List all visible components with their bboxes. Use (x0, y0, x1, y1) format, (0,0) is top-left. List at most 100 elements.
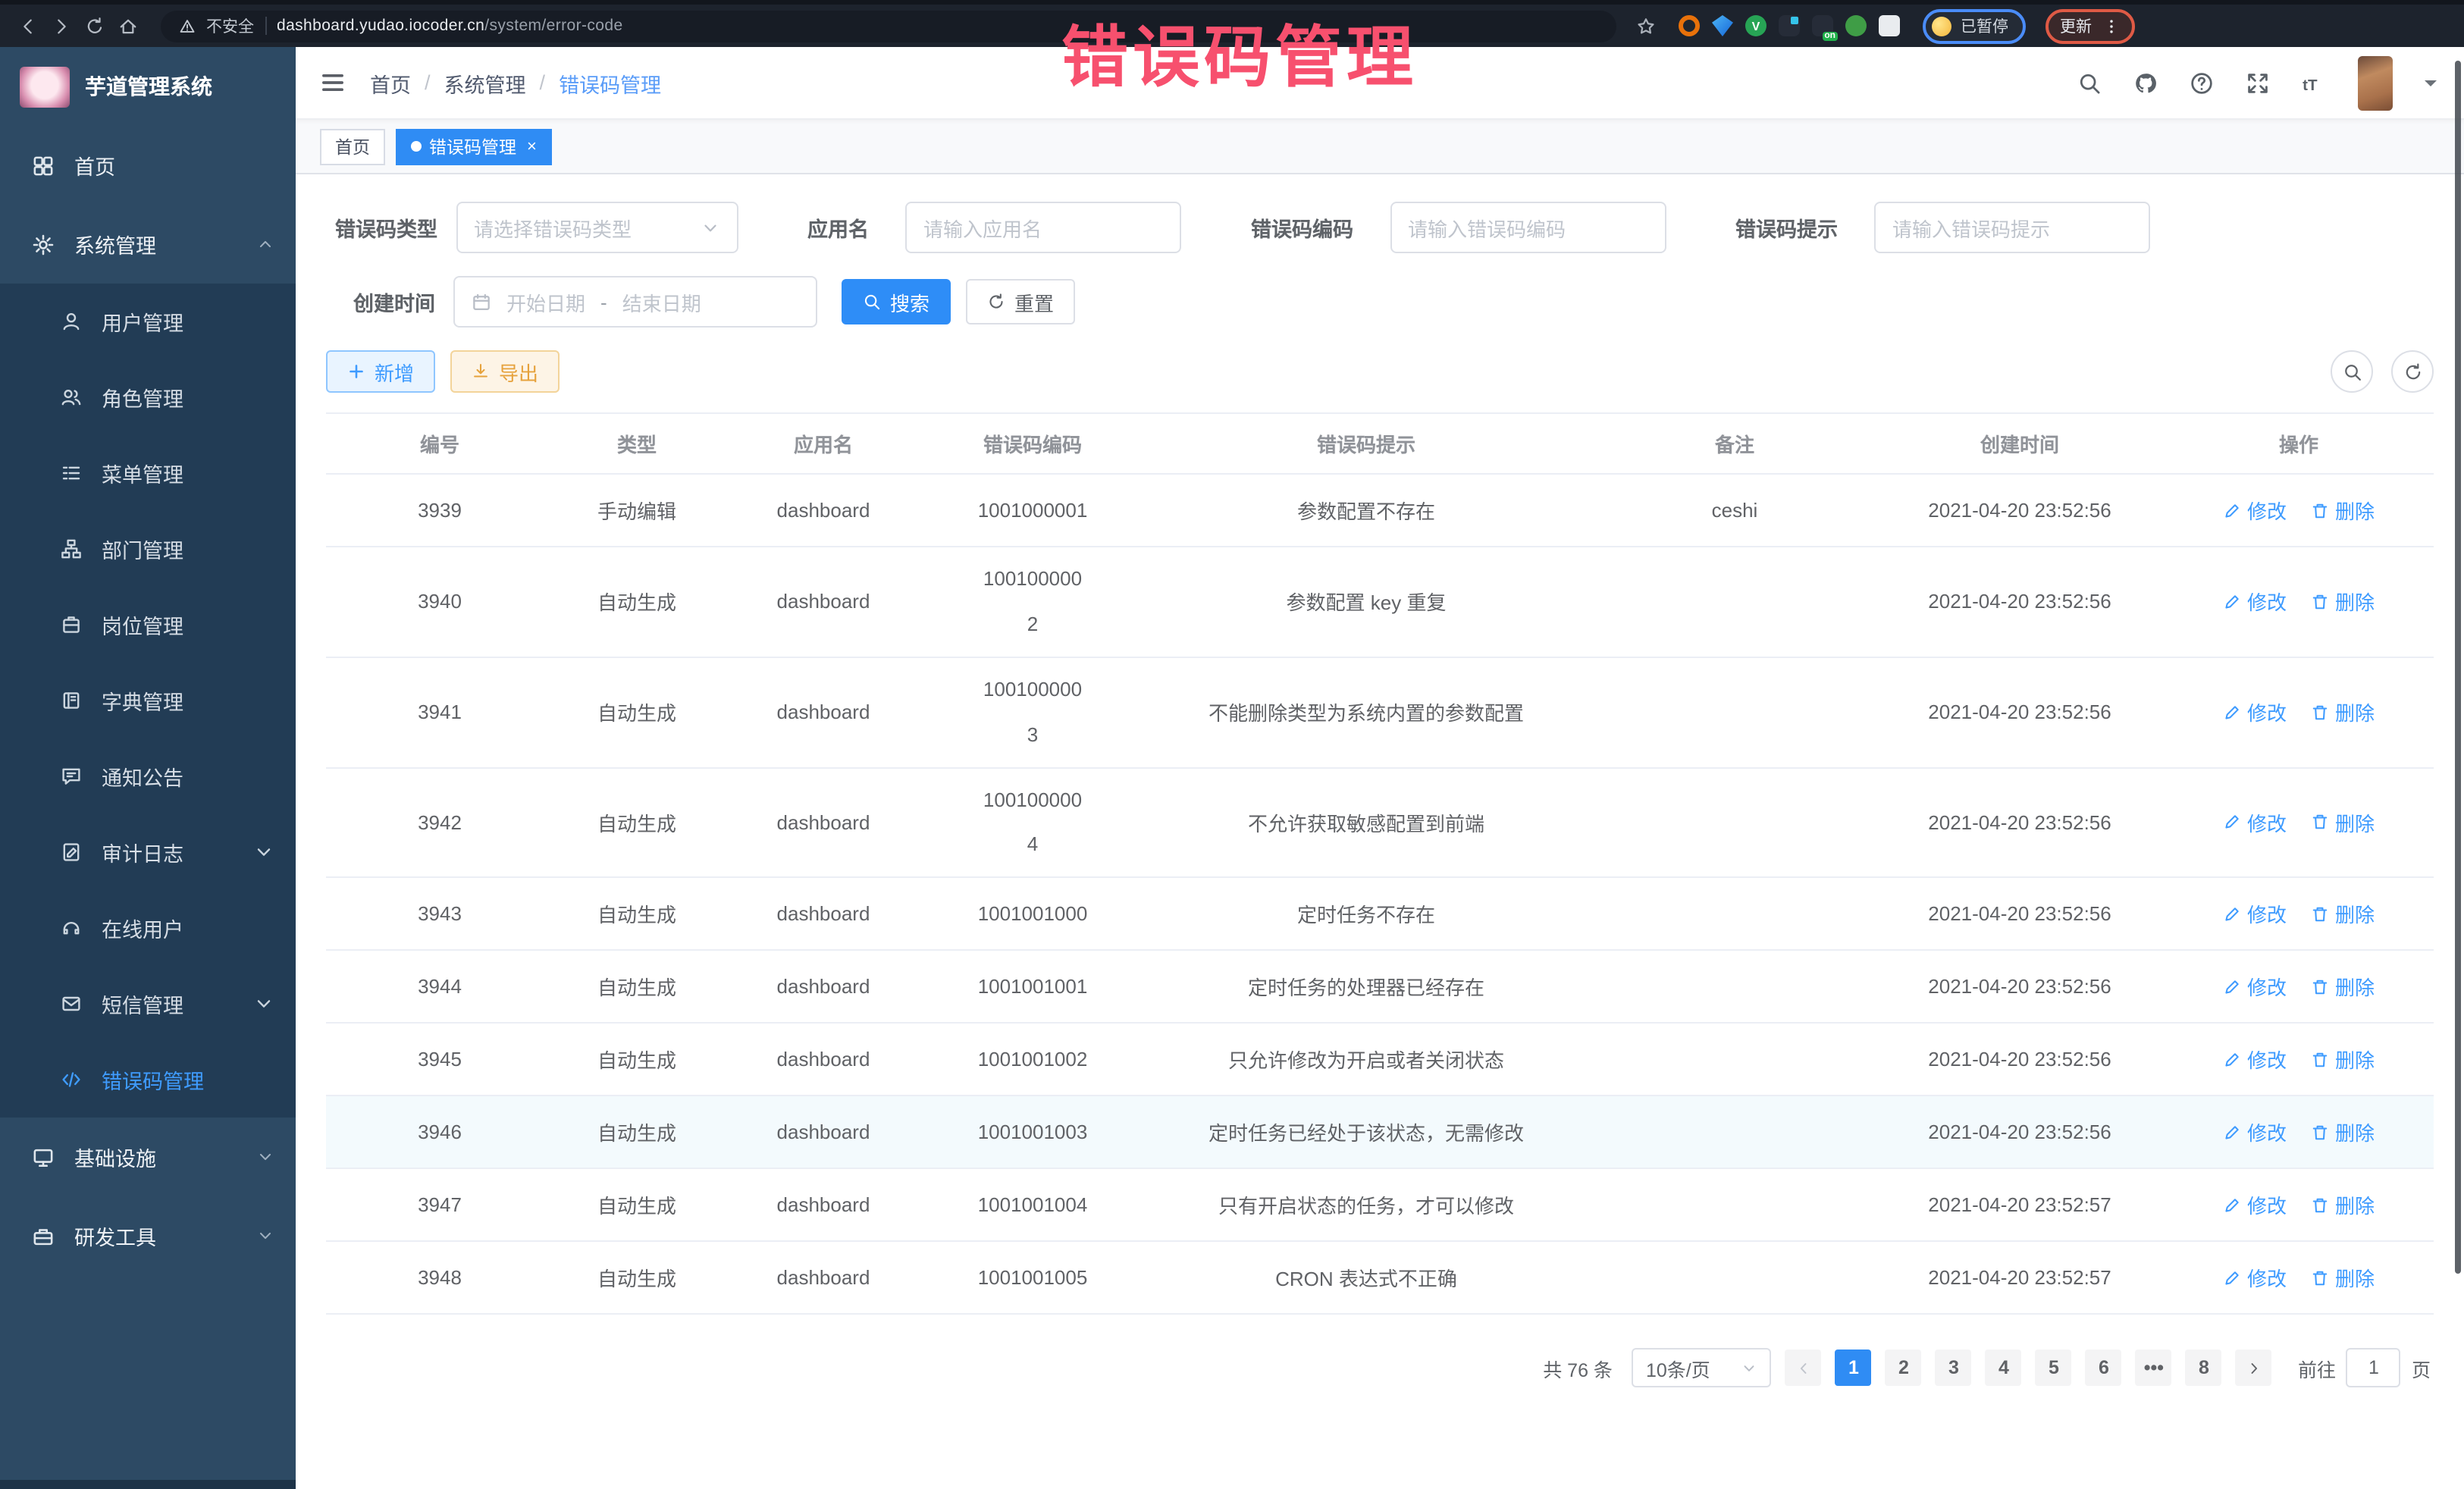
sidebar-item-10[interactable]: 在线用户 (0, 890, 296, 966)
table-row-3939: 3939手动编辑dashboard1001000001参数配置不存在ceshi2… (326, 475, 2434, 547)
fullscreen-icon[interactable] (2246, 71, 2270, 95)
collapse-sidebar-icon[interactable] (320, 70, 346, 96)
edit-link[interactable]: 修改 (2223, 900, 2287, 929)
delete-link[interactable]: 删除 (2311, 496, 2375, 525)
extension-v-icon[interactable]: V (1745, 15, 1766, 36)
cell-operations: 修改删除 (2164, 964, 2434, 1011)
avatar-caret-down-icon[interactable] (2425, 80, 2437, 92)
app-name-input[interactable]: 请输入应用名 (905, 202, 1181, 253)
edit-link[interactable]: 修改 (2223, 588, 2287, 616)
edit-link[interactable]: 修改 (2223, 973, 2287, 1002)
page-button-3[interactable]: 3 (1936, 1350, 1972, 1387)
sidebar-item-1[interactable]: 系统管理 (0, 205, 296, 284)
more-pages-button[interactable]: ••• (2136, 1350, 2172, 1387)
browser-reload-icon[interactable] (85, 16, 105, 36)
browser-back-icon[interactable] (18, 16, 38, 36)
edit-link[interactable]: 修改 (2223, 697, 2287, 726)
edit-link[interactable]: 修改 (2223, 808, 2287, 837)
search-button[interactable]: 搜索 (842, 279, 951, 324)
pencil-icon (2223, 978, 2241, 996)
browser-menu-icon[interactable] (2102, 17, 2119, 34)
github-icon[interactable] (2133, 71, 2158, 95)
browser-forward-icon[interactable] (52, 16, 71, 36)
edit-link[interactable]: 修改 (2223, 1045, 2287, 1074)
goto-page-input[interactable]: 1 (2346, 1349, 2401, 1388)
help-icon[interactable] (2190, 71, 2214, 95)
delete-link[interactable]: 删除 (2311, 697, 2375, 726)
cell-code: 100100000 3 (926, 658, 1139, 767)
sidebar-item-9[interactable]: 审计日志 (0, 814, 296, 890)
sidebar-item-14[interactable]: 研发工具 (0, 1196, 296, 1275)
app-logo-row[interactable]: 芋道管理系统 (0, 47, 296, 126)
delete-link[interactable]: 删除 (2311, 1118, 2375, 1147)
error-code-input[interactable]: 请输入错误码编码 (1390, 202, 1666, 253)
search-icon[interactable] (2077, 71, 2102, 95)
page-button-8[interactable]: 8 (2186, 1350, 2222, 1387)
page-button-1[interactable]: 1 (1835, 1350, 1872, 1387)
breadcrumb-item-0[interactable]: 首页 (370, 67, 411, 98)
tag-0[interactable]: 首页 (320, 128, 385, 165)
extension-list-icon[interactable]: on (1812, 15, 1833, 36)
delete-link[interactable]: 删除 (2311, 1045, 2375, 1074)
breadcrumb-item-1[interactable]: 系统管理 (444, 67, 526, 98)
monitor-icon (32, 1146, 55, 1168)
error-type-select[interactable]: 请选择错误码类型 (456, 202, 738, 253)
page-size-select[interactable]: 10条/页 (1632, 1349, 1772, 1388)
tag-1[interactable]: 错误码管理× (396, 128, 552, 165)
delete-link[interactable]: 删除 (2311, 900, 2375, 929)
page-button-2[interactable]: 2 (1886, 1350, 1922, 1387)
extension-gem-icon[interactable] (1712, 15, 1733, 36)
date-range-picker[interactable]: 开始日期 - 结束日期 (453, 276, 817, 328)
prev-page-button[interactable] (1785, 1350, 1822, 1387)
extension-grid-icon[interactable] (1779, 15, 1800, 36)
sidebar-item-3[interactable]: 角色管理 (0, 359, 296, 435)
export-button[interactable]: 导出 (450, 350, 560, 393)
cell-type: 自动生成 (553, 1036, 720, 1083)
reset-button[interactable]: 重置 (966, 279, 1075, 324)
browser-update-button[interactable]: 更新 (2045, 8, 2134, 43)
page-button-5[interactable]: 5 (2036, 1350, 2072, 1387)
sidebar-item-label: 菜单管理 (102, 458, 274, 488)
delete-link[interactable]: 删除 (2311, 1264, 2375, 1293)
cell-code: 100100000 4 (926, 768, 1139, 877)
sidebar-item-11[interactable]: 短信管理 (0, 966, 296, 1042)
extension-orange-icon[interactable] (1679, 15, 1700, 36)
cell-id: 3944 (326, 967, 553, 1008)
sidebar-item-4[interactable]: 菜单管理 (0, 435, 296, 511)
edit-link[interactable]: 修改 (2223, 1264, 2287, 1293)
sidebar-item-6[interactable]: 岗位管理 (0, 587, 296, 663)
extensions-puzzle-icon[interactable] (1879, 15, 1900, 36)
delete-link[interactable]: 删除 (2311, 588, 2375, 616)
error-hint-input[interactable]: 请输入错误码提示 (1874, 202, 2150, 253)
sidebar-item-12[interactable]: 错误码管理 (0, 1042, 296, 1118)
refresh-table-button[interactable] (2391, 350, 2434, 393)
sidebar-item-0[interactable]: 首页 (0, 126, 296, 205)
edit-link[interactable]: 修改 (2223, 1118, 2287, 1147)
window-scrollbar[interactable] (2455, 61, 2461, 1274)
tag-close-icon[interactable]: × (527, 137, 537, 155)
next-page-button[interactable] (2236, 1350, 2272, 1387)
trash-icon (2311, 1124, 2329, 1142)
delete-link[interactable]: 删除 (2311, 1191, 2375, 1220)
sidebar-item-2[interactable]: 用户管理 (0, 284, 296, 359)
user-avatar[interactable] (2358, 55, 2393, 110)
toggle-search-button[interactable] (2331, 350, 2373, 393)
delete-link[interactable]: 删除 (2311, 973, 2375, 1002)
cell-code: 1001000001 (926, 478, 1139, 542)
page-button-4[interactable]: 4 (1986, 1350, 2022, 1387)
page-button-6[interactable]: 6 (2086, 1350, 2122, 1387)
cell-type: 自动生成 (553, 1109, 720, 1156)
extension-key-icon[interactable] (1845, 15, 1867, 36)
delete-link[interactable]: 删除 (2311, 808, 2375, 837)
sidebar-item-13[interactable]: 基础设施 (0, 1118, 296, 1196)
bookmark-star-icon[interactable] (1636, 16, 1656, 36)
sidebar-item-7[interactable]: 字典管理 (0, 663, 296, 738)
browser-home-icon[interactable] (118, 16, 138, 36)
edit-link[interactable]: 修改 (2223, 1191, 2287, 1220)
add-button[interactable]: 新增 (326, 350, 435, 393)
sidebar-item-5[interactable]: 部门管理 (0, 511, 296, 587)
font-size-icon[interactable]: tT (2302, 71, 2326, 95)
sidebar-item-8[interactable]: 通知公告 (0, 738, 296, 814)
profile-paused-chip[interactable]: 已暂停 (1923, 8, 2025, 43)
edit-link[interactable]: 修改 (2223, 496, 2287, 525)
